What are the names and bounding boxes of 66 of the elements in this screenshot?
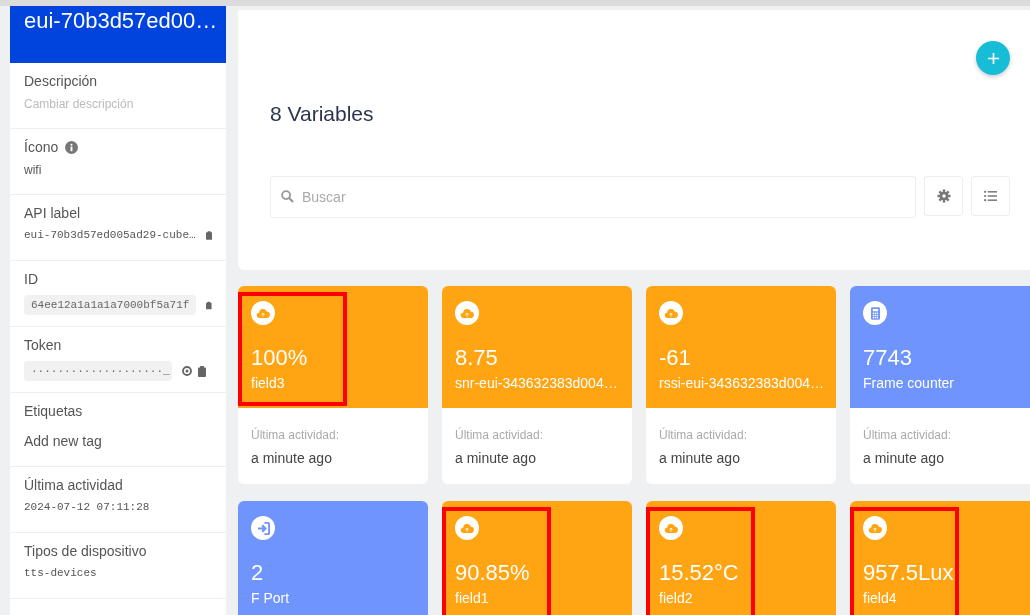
variable-card[interactable]: -61 rssi-eui-343632383d004… Última actividad: a minute ago xyxy=(646,286,836,484)
property-label: Etiquetas xyxy=(24,403,83,419)
property-value: tts-devices xyxy=(24,567,98,579)
cloud-upload-icon xyxy=(455,301,479,325)
activity-label: Última actividad: xyxy=(659,428,749,442)
eye-icon[interactable] xyxy=(182,366,192,376)
clipboard-icon[interactable] xyxy=(198,365,206,377)
token-field[interactable]: ····················_ xyxy=(24,361,172,381)
variable-name: field1 xyxy=(455,590,489,606)
variable-card[interactable]: 7743 Frame counter Última actividad: a minute ago xyxy=(850,286,1030,484)
activity-label: Última actividad: xyxy=(455,428,545,442)
variables-title: 8 Variables xyxy=(270,102,375,126)
clipboard-icon[interactable] xyxy=(206,299,212,311)
property-label: Última actividad xyxy=(24,477,123,493)
variable-value: 15.52°C xyxy=(659,560,739,586)
cloud-upload-icon xyxy=(251,301,275,325)
id-field[interactable]: 64ee12a1a1a1a7000bf5a71f xyxy=(24,295,197,315)
activity-time: a minute ago xyxy=(455,450,537,466)
clipboard-icon[interactable] xyxy=(205,229,212,241)
property-label: API label xyxy=(24,205,81,221)
variable-value: 8.75 xyxy=(455,345,498,371)
property-value: eui-70b3d57ed005ad29-cube… xyxy=(24,229,196,241)
activity-label: Última actividad: xyxy=(251,428,341,442)
login-icon xyxy=(251,516,275,540)
cloud-upload-icon xyxy=(863,516,887,540)
list-icon xyxy=(984,190,997,202)
variable-name: field2 xyxy=(659,590,693,606)
variable-value: 90.85% xyxy=(455,560,530,586)
variable-name: F Port xyxy=(251,590,290,606)
activity-label: Última actividad: xyxy=(863,428,953,442)
activity-time: a minute ago xyxy=(659,450,741,466)
activity-time: a minute ago xyxy=(251,450,333,466)
variable-name: snr-eui-343632383d004… xyxy=(455,375,618,391)
info-icon[interactable] xyxy=(65,140,79,154)
gear-icon xyxy=(936,189,951,203)
property-value: 2024-07-12 07:11:28 xyxy=(24,501,151,513)
cloud-upload-icon xyxy=(659,516,683,540)
property-label: Token xyxy=(24,337,62,353)
variable-value: 100% xyxy=(251,345,308,371)
property-label: Tipos de dispositivo xyxy=(24,543,147,559)
variable-value: 7743 xyxy=(863,345,912,371)
cloud-upload-icon xyxy=(455,516,479,540)
plus-icon xyxy=(986,51,1000,65)
property-label: ID xyxy=(24,271,38,287)
variable-name: rssi-eui-343632383d004… xyxy=(659,375,824,391)
variable-name: field4 xyxy=(863,590,897,606)
variable-name: Frame counter xyxy=(863,375,955,391)
variable-card[interactable]: 100% field3 Última actividad: a minute ago xyxy=(238,286,428,484)
property-label: Descripción xyxy=(24,73,98,89)
variable-value: -61 xyxy=(659,345,691,371)
tag-input[interactable]: Add new tag xyxy=(24,433,212,449)
variable-name: field3 xyxy=(251,375,285,391)
variable-card[interactable]: 2 F Port xyxy=(238,501,428,615)
search-field[interactable]: Buscar xyxy=(270,176,916,218)
variable-value: 2 xyxy=(251,560,264,586)
variable-value: 957.5Lux xyxy=(863,560,954,586)
calculator-icon xyxy=(863,301,887,325)
device-title: eui-70b3d57ed00… xyxy=(24,8,218,33)
property-value: wifi xyxy=(24,163,43,177)
property-label: Ícono xyxy=(24,139,59,155)
cloud-upload-icon xyxy=(659,301,683,325)
settings-button[interactable] xyxy=(924,176,963,216)
search-icon xyxy=(281,190,294,203)
variable-card[interactable]: 8.75 snr-eui-343632383d004… Última actividad: a minute ago xyxy=(442,286,632,484)
activity-time: a minute ago xyxy=(863,450,945,466)
list-view-button[interactable] xyxy=(971,176,1010,216)
